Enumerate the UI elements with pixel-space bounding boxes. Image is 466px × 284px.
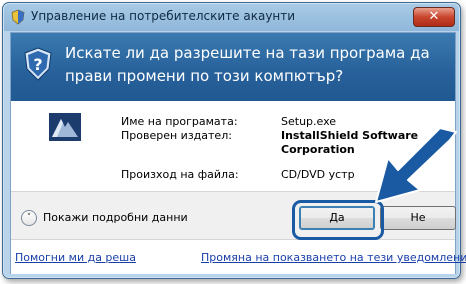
publisher-label: Проверен издател: — [121, 129, 232, 142]
origin-value: CD/DVD устр — [281, 168, 355, 181]
show-details-toggle[interactable]: ˅ Покажи подробни данни — [21, 210, 188, 226]
svg-text:?: ? — [33, 55, 42, 74]
title-bar[interactable]: Управление на потребителските акаунти ✕ — [3, 3, 460, 31]
question-text: Искате ли да разрешите на тази програма … — [65, 44, 430, 85]
window-title: Управление на потребителските акаунти — [31, 9, 296, 23]
question-shield-icon: ? — [24, 47, 52, 81]
program-name-value: Setup.exe — [281, 115, 337, 128]
installer-program-icon — [49, 113, 81, 141]
question-banner: ? Искате ли да разрешите на тази програм… — [11, 33, 455, 101]
callout-arrow-icon — [375, 128, 457, 203]
origin-label: Произход на файла: — [121, 168, 239, 181]
change-notifications-link[interactable]: Промяна на показването на тези уведомлен… — [201, 251, 466, 264]
footer-links: Помогни ми да реша Промяна на показванет… — [11, 239, 466, 274]
chevron-down-icon: ˅ — [21, 210, 37, 226]
no-button[interactable]: Не — [380, 206, 456, 230]
program-name-label: Име на програмата: — [121, 115, 238, 128]
close-button[interactable]: ✕ — [413, 7, 455, 27]
show-details-label: Покажи подробни данни — [43, 211, 188, 224]
help-decide-link[interactable]: Помогни ми да реша — [15, 251, 136, 264]
uac-shield-icon — [11, 9, 25, 25]
